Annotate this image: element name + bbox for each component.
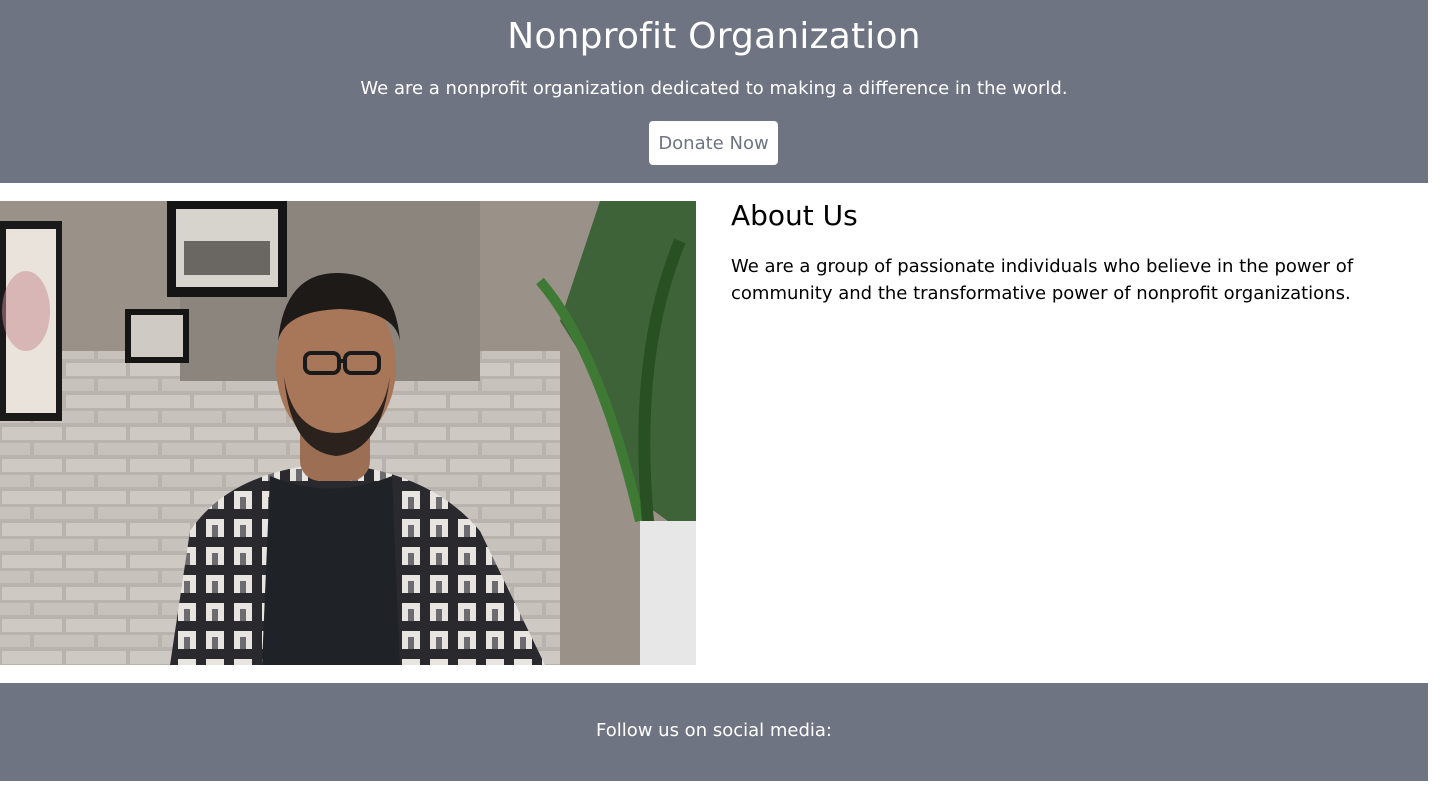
site-header: Nonprofit Organization We are a nonprofi…: [0, 0, 1428, 183]
social-text: Follow us on social media:: [595, 720, 832, 741]
hero-photo: [0, 201, 696, 665]
tagline: We are a nonprofit organization dedicate…: [360, 78, 1068, 99]
page-title: Nonprofit Organization: [507, 16, 921, 57]
site-footer: Follow us on social media:: [0, 683, 1428, 781]
donate-button[interactable]: Donate Now: [649, 121, 778, 165]
about-title: About Us: [731, 199, 858, 232]
about-text: We are a group of passionate individuals…: [731, 256, 1354, 304]
